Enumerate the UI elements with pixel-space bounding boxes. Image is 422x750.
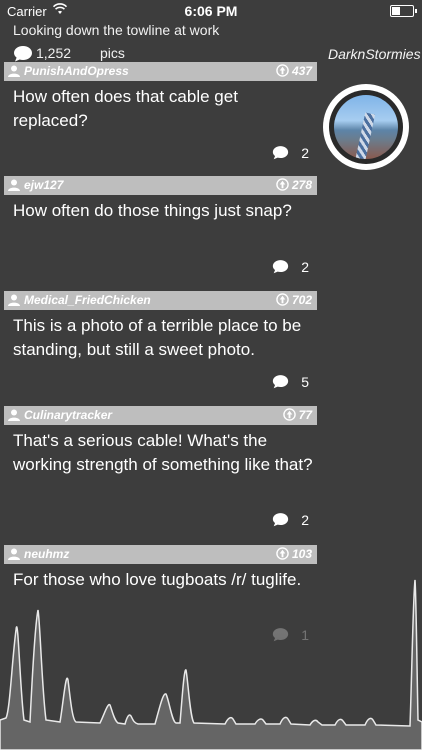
comment-score: 103 — [276, 547, 312, 561]
comment-header: PunishAndOpress 437 — [4, 62, 317, 81]
battery-icon — [390, 5, 417, 17]
user-icon — [8, 294, 20, 309]
subreddit-label[interactable]: pics — [100, 45, 125, 61]
upvote-icon[interactable] — [282, 408, 296, 421]
activity-graph[interactable] — [0, 570, 422, 750]
activity-wave — [0, 579, 422, 750]
comment-card[interactable]: Medical_FriedChicken 702 This is a photo… — [4, 291, 317, 391]
comment-header: Medical_FriedChicken 702 — [4, 291, 317, 310]
comment-score: 278 — [276, 178, 312, 192]
score-value: 103 — [291, 547, 312, 561]
comment-header: Culinarytracker 77 — [4, 406, 317, 425]
comment-card[interactable]: ejw127 278 How often do those things jus… — [4, 176, 317, 276]
comment-username[interactable]: ejw127 — [24, 178, 63, 192]
reply-count-value: 2 — [301, 259, 309, 275]
author-name[interactable]: DarknStormies — [328, 46, 421, 62]
comment-header: neuhmz 103 — [4, 545, 317, 564]
comment-text: How often does that cable get replaced? — [13, 87, 238, 130]
comment-text: How often do those things just snap? — [13, 201, 292, 220]
comment-bubble-icon — [272, 259, 289, 277]
score-value: 437 — [291, 64, 312, 78]
thumbnail-image — [334, 95, 398, 159]
comment-score: 702 — [276, 293, 312, 307]
score-value: 77 — [298, 408, 312, 422]
upvote-icon[interactable] — [276, 178, 289, 191]
comment-bubble-icon — [272, 374, 289, 392]
upvote-icon[interactable] — [276, 64, 289, 77]
user-icon — [8, 65, 20, 80]
comment-card[interactable]: Culinarytracker 77 That's a serious cabl… — [4, 406, 317, 531]
score-value: 702 — [291, 293, 312, 307]
post-thumbnail[interactable] — [323, 84, 409, 170]
user-icon — [8, 409, 20, 424]
upvote-icon[interactable] — [276, 293, 289, 306]
reply-count-value: 2 — [301, 512, 309, 528]
comment-username[interactable]: Culinarytracker — [24, 408, 112, 422]
comment-text: That's a serious cable! What's the worki… — [13, 431, 313, 474]
comment-bubble-icon — [272, 145, 289, 163]
comment-bubble-icon — [272, 512, 289, 530]
comment-username[interactable]: PunishAndOpress — [24, 64, 129, 78]
reply-count-value: 5 — [301, 374, 309, 390]
upvote-icon[interactable] — [276, 547, 289, 560]
status-bar: Carrier 6:06 PM — [0, 0, 422, 22]
comment-count: 1,252 — [36, 45, 72, 61]
comment-score: 437 — [276, 64, 312, 78]
user-icon — [8, 548, 20, 563]
comment-score: 77 — [282, 408, 312, 422]
comment-username[interactable]: neuhmz — [24, 547, 69, 561]
post-title: Looking down the towline at work — [13, 22, 220, 38]
comment-header: ejw127 278 — [4, 176, 317, 195]
comment-card[interactable]: PunishAndOpress 437 How often does that … — [4, 62, 317, 162]
comment-username[interactable]: Medical_FriedChicken — [24, 293, 151, 307]
user-icon — [8, 179, 20, 194]
reply-count-value: 2 — [301, 145, 309, 161]
clock: 6:06 PM — [184, 3, 238, 19]
comment-text: This is a photo of a terrible place to b… — [13, 316, 302, 359]
score-value: 278 — [291, 178, 312, 192]
